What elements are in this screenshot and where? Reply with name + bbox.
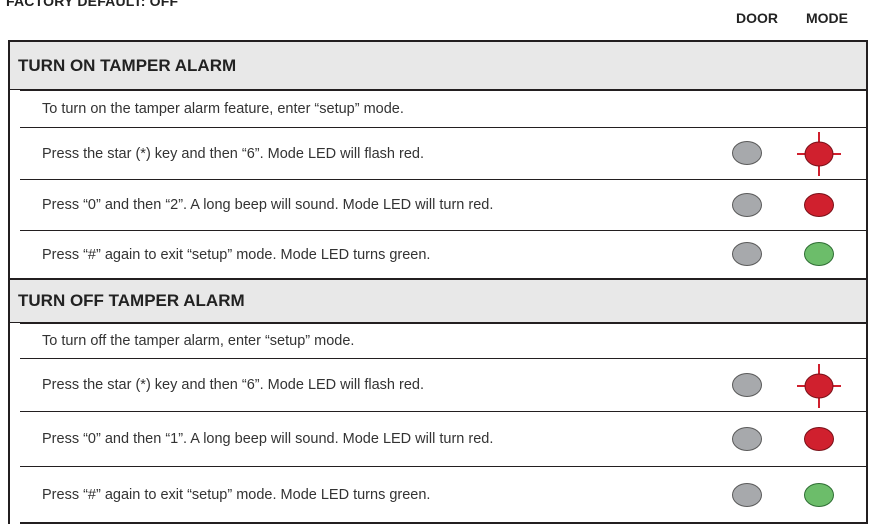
step-row: Press “#” again to exit “setup” mode. Mo… [20,230,866,278]
door-led-gray-icon [732,193,762,217]
door-led-gray-icon [732,483,762,507]
mode-led-red-icon [804,193,834,217]
door-led-gray-icon [732,427,762,451]
door-led-gray-icon [732,242,762,266]
mode-led-green-icon [804,483,834,507]
step-row: Press the star (*) key and then “6”. Mod… [20,358,866,411]
door-column-header: DOOR [736,10,778,26]
intro-text: To turn off the tamper alarm, enter “set… [42,333,355,349]
section-header-turn-off: TURN OFF TAMPER ALARM [10,278,866,323]
step-row: Press “0” and then “1”. A long beep will… [20,411,866,466]
intro-row: To turn off the tamper alarm, enter “set… [20,323,866,358]
section-header-turn-on: TURN ON TAMPER ALARM [10,40,866,90]
section-title: TURN ON TAMPER ALARM [18,55,237,75]
step-text: Press “0” and then “1”. A long beep will… [42,431,494,447]
step-text: Press “#” again to exit “setup” mode. Mo… [42,246,431,263]
mode-led-flashing-red-icon [797,364,841,408]
step-text: Press the star (*) key and then “6”. Mod… [42,377,424,393]
mode-column-header: MODE [806,10,848,26]
factory-default-label: FACTORY DEFAULT: OFF [6,0,179,9]
mode-led-green-icon [804,242,834,266]
intro-row: To turn on the tamper alarm feature, ent… [20,90,866,127]
step-text: Press “0” and then “2”. A long beep will… [42,197,494,213]
step-row: Press “0” and then “2”. A long beep will… [20,179,866,230]
instruction-table: TURN ON TAMPER ALARM To turn on the tamp… [8,40,868,524]
step-row: Press “#” again to exit “setup” mode. Mo… [20,466,866,522]
door-led-gray-icon [732,373,762,397]
intro-text: To turn on the tamper alarm feature, ent… [42,101,404,117]
step-text: Press “#” again to exit “setup” mode. Mo… [42,486,431,503]
door-led-gray-icon [732,141,762,165]
mode-led-red-icon [804,427,834,451]
mode-led-flashing-red-icon [797,132,841,176]
step-row: Press the star (*) key and then “6”. Mod… [20,127,866,179]
section-title: TURN OFF TAMPER ALARM [18,291,245,310]
step-text: Press the star (*) key and then “6”. Mod… [42,145,424,162]
